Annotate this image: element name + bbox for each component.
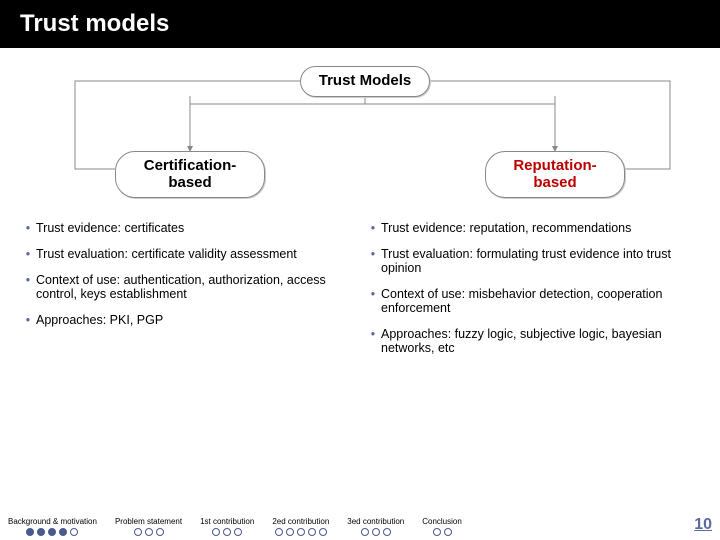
dot-open-icon: [297, 528, 305, 536]
dot-open-icon: [223, 528, 231, 536]
bullet-icon: •: [365, 221, 381, 235]
stage-label: 3ed contribution: [347, 517, 404, 526]
reputation-node: Reputation-based: [485, 151, 625, 198]
dot-open-icon: [361, 528, 369, 536]
rep-evaluation: Trust evaluation: formulating trust evid…: [381, 247, 700, 275]
bullet-icon: •: [20, 221, 36, 235]
dot-filled-icon: [26, 528, 34, 536]
stage-label: Background & motivation: [8, 517, 97, 526]
dot-open-icon: [234, 528, 242, 536]
dot-open-icon: [319, 528, 327, 536]
dot-open-icon: [444, 528, 452, 536]
slide-title: Trust models: [0, 0, 720, 48]
progress-stage: Background & motivation: [8, 517, 97, 536]
stage-dots: [433, 528, 452, 536]
dot-open-icon: [308, 528, 316, 536]
cert-context: Context of use: authentication, authoriz…: [36, 273, 355, 301]
rep-approaches: Approaches: fuzzy logic, subjective logi…: [381, 327, 700, 355]
stage-label: Problem statement: [115, 517, 182, 526]
dot-open-icon: [134, 528, 142, 536]
dot-open-icon: [156, 528, 164, 536]
progress-stage: Conclusion: [422, 517, 462, 536]
rep-context: Context of use: misbehavior detection, c…: [381, 287, 700, 315]
stage-label: 2ed contribution: [272, 517, 329, 526]
dot-open-icon: [70, 528, 78, 536]
cert-evidence: Trust evidence: certificates: [36, 221, 184, 235]
bullet-icon: •: [20, 313, 36, 327]
reputation-column: •Trust evidence: reputation, recommendat…: [365, 221, 700, 367]
stage-dots: [212, 528, 242, 536]
dot-open-icon: [433, 528, 441, 536]
stage-label: 1st contribution: [200, 517, 254, 526]
dot-open-icon: [145, 528, 153, 536]
dot-open-icon: [286, 528, 294, 536]
dot-open-icon: [372, 528, 380, 536]
stage-dots: [275, 528, 327, 536]
rep-evidence: Trust evidence: reputation, recommendati…: [381, 221, 631, 235]
stage-dots: [134, 528, 164, 536]
dot-open-icon: [383, 528, 391, 536]
cert-approaches: Approaches: PKI, PGP: [36, 313, 163, 327]
progress-bar: Background & motivation Problem statement…: [0, 504, 720, 540]
content-columns: •Trust evidence: certificates •Trust eva…: [0, 221, 720, 367]
page-number: 10: [694, 516, 712, 536]
bullet-icon: •: [20, 273, 36, 301]
bullet-icon: •: [365, 247, 381, 275]
progress-stage: 2ed contribution: [272, 517, 329, 536]
stage-dots: [361, 528, 391, 536]
dot-filled-icon: [59, 528, 67, 536]
certification-node: Certification-based: [115, 151, 265, 198]
dot-open-icon: [212, 528, 220, 536]
root-node: Trust Models: [300, 66, 430, 97]
dot-filled-icon: [37, 528, 45, 536]
bullet-icon: •: [20, 247, 36, 261]
dot-open-icon: [275, 528, 283, 536]
certification-column: •Trust evidence: certificates •Trust eva…: [20, 221, 355, 367]
dot-filled-icon: [48, 528, 56, 536]
bullet-icon: •: [365, 327, 381, 355]
stage-label: Conclusion: [422, 517, 462, 526]
bullet-icon: •: [365, 287, 381, 315]
stage-dots: [26, 528, 78, 536]
progress-stage: 1st contribution: [200, 517, 254, 536]
progress-stage: Problem statement: [115, 517, 182, 536]
cert-evaluation: Trust evaluation: certificate validity a…: [36, 247, 297, 261]
progress-stage: 3ed contribution: [347, 517, 404, 536]
hierarchy-diagram: Trust Models Certification-based Reputat…: [0, 56, 720, 221]
